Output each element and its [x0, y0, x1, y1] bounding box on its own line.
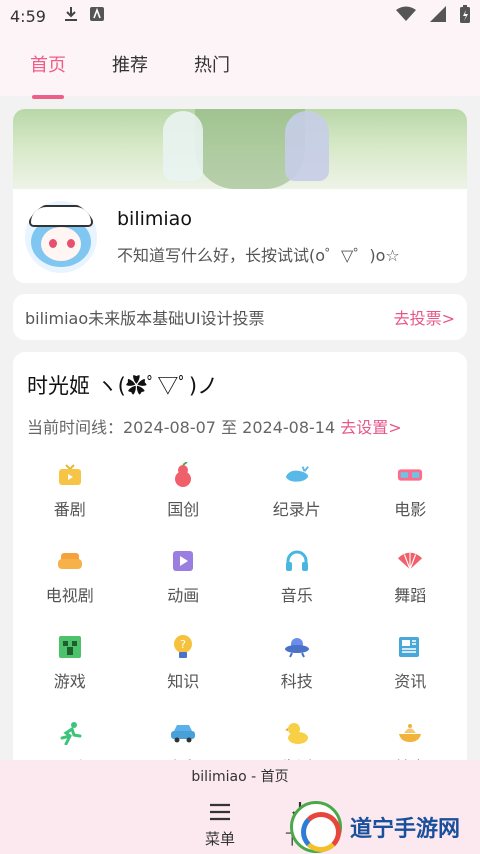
- profile-banner-image: [13, 109, 467, 189]
- category-item[interactable]: 运动: [13, 720, 127, 760]
- category-item[interactable]: ? 知识: [127, 634, 241, 692]
- category-label: 知识: [167, 672, 200, 691]
- category-label: 电视剧: [45, 586, 94, 605]
- category-item[interactable]: 纪录片: [240, 462, 354, 520]
- timeline-set-link[interactable]: 去设置>: [340, 418, 401, 437]
- tab-recommend[interactable]: 推荐: [112, 51, 148, 77]
- status-time: 4:59: [10, 6, 46, 26]
- menu-button[interactable]: 菜单: [205, 800, 235, 849]
- status-bar: 4:59: [0, 0, 480, 32]
- category-item[interactable]: 科技: [240, 634, 354, 692]
- tv-icon: [57, 462, 83, 488]
- vote-text: bilimiao未来版本基础UI设计投票: [25, 309, 265, 328]
- timeline-card: 时光姬 ヽ(✿ﾟ▽ﾟ)ノ 当前时间线：2024-08-07 至 2024-08-…: [13, 352, 467, 760]
- runner-icon: [57, 720, 83, 746]
- duck-icon: [284, 720, 310, 746]
- profile-card[interactable]: bilimiao 不知道写什么好，长按试试(o゜▽゜)o☆: [13, 109, 467, 283]
- category-item[interactable]: 动画: [127, 548, 241, 606]
- play-icon: [170, 548, 196, 574]
- ufo-icon: [284, 634, 310, 660]
- headphones-icon: [284, 548, 310, 574]
- wifi-icon: [396, 6, 416, 26]
- food-icon: [397, 720, 423, 746]
- category-item[interactable]: 生活: [240, 720, 354, 760]
- signal-icon: [430, 6, 446, 26]
- tab-popular[interactable]: 热门: [194, 51, 230, 77]
- category-label: 舞蹈: [394, 586, 427, 605]
- timeline-title: 时光姬 ヽ(✿ﾟ▽ﾟ)ノ: [27, 374, 219, 398]
- category-label: 音乐: [280, 586, 313, 605]
- car-icon: [170, 720, 196, 746]
- category-label: 电影: [394, 500, 427, 519]
- category-item[interactable]: 舞蹈: [354, 548, 468, 606]
- category-label: 纪录片: [272, 500, 321, 519]
- category-label: 国创: [167, 500, 200, 519]
- category-label: 番剧: [53, 500, 86, 519]
- category-label: 游戏: [53, 672, 86, 691]
- gourd-icon: [170, 462, 196, 488]
- menu-label: 菜单: [204, 830, 235, 848]
- category-item[interactable]: 游戏: [13, 634, 127, 692]
- category-item[interactable]: 电影: [354, 462, 468, 520]
- watermark-text: 道宁手游网: [350, 817, 461, 842]
- fan-icon: [397, 548, 423, 574]
- category-label: 动画: [167, 586, 200, 605]
- category-item[interactable]: 美食: [354, 720, 468, 760]
- app-notification-icon: [89, 7, 104, 25]
- timeline-range: 当前时间线：2024-08-07 至 2024-08-14 去设置>: [13, 400, 467, 438]
- creeper-icon: [57, 634, 83, 660]
- category-item[interactable]: 汽车: [127, 720, 241, 760]
- tab-home[interactable]: 首页: [30, 51, 66, 99]
- bottom-title: bilimiao - 首页: [191, 769, 289, 785]
- category-label: 资讯: [394, 672, 427, 691]
- sofa-icon: [57, 548, 83, 574]
- newspaper-icon: [397, 634, 423, 660]
- site-watermark: 道宁手游网: [290, 800, 480, 854]
- category-item[interactable]: 电视剧: [13, 548, 127, 606]
- top-tab-bar: 首页 推荐 热门: [0, 32, 480, 99]
- download-icon: [64, 6, 78, 26]
- bulb-icon: ?: [170, 634, 196, 660]
- category-item[interactable]: 国创: [127, 462, 241, 520]
- vote-link[interactable]: 去投票>: [394, 305, 455, 329]
- vote-card[interactable]: bilimiao未来版本基础UI设计投票 去投票>: [13, 294, 467, 340]
- avatar[interactable]: [25, 201, 97, 273]
- 3d-glasses-icon: [397, 462, 423, 488]
- menu-icon: [209, 800, 231, 824]
- svg-text:?: ?: [180, 638, 186, 651]
- profile-signature: 不知道写什么好，长按试试(o゜▽゜)o☆: [117, 246, 400, 265]
- watermark-logo-icon: [290, 801, 342, 853]
- category-item[interactable]: 番剧: [13, 462, 127, 520]
- main-content: bilimiao 不知道写什么好，长按试试(o゜▽゜)o☆ bilimiao未来…: [0, 96, 480, 760]
- whale-icon: [284, 462, 310, 488]
- timeline-range-label: 当前时间线：2024-08-07 至 2024-08-14: [27, 418, 336, 437]
- category-item[interactable]: 音乐: [240, 548, 354, 606]
- profile-name: bilimiao: [117, 208, 192, 230]
- battery-icon: [460, 5, 470, 27]
- category-label: 科技: [280, 672, 313, 691]
- category-grid: 番剧 国创 纪录片 电影 电视剧 动画 音乐 舞蹈 游戏 ? 知识 科技 资讯: [13, 438, 467, 760]
- category-item[interactable]: 资讯: [354, 634, 468, 692]
